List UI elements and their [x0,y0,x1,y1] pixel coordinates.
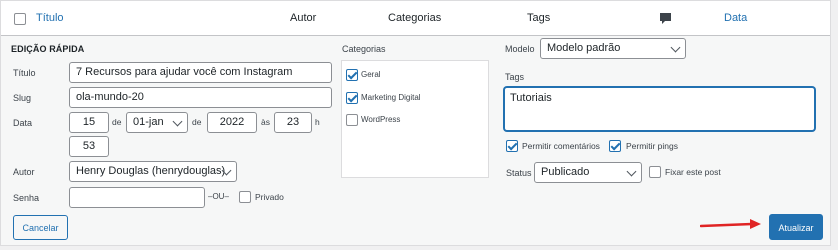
minute-input[interactable]: 53 [69,136,109,157]
red-arrow-annotation [700,219,761,229]
chevron-down-icon [670,42,681,53]
column-title[interactable]: Título [36,12,64,24]
category-label: Marketing Digital [361,93,421,103]
category-checkbox[interactable] [346,69,358,81]
year-input[interactable]: 2022 [207,112,257,133]
allow-comments-label: Permitir comentários [522,141,600,151]
quick-edit-frame: Título Autor Categorias Tags Data Edição… [0,0,831,246]
day-input[interactable]: 15 [69,112,109,133]
hour-input[interactable]: 23 [274,112,312,133]
category-item[interactable]: Geral [346,69,381,81]
month-select[interactable]: 01-jan [126,112,188,133]
quick-edit-legend: Edição rápida [11,44,85,54]
tags-label: Tags [505,72,525,82]
template-select[interactable]: Modelo padrão [540,38,686,59]
date-sep-de-2: de [192,117,202,127]
category-checkbox[interactable] [346,114,358,126]
update-label: Atualizar [778,223,814,233]
cancel-label: Cancelar [22,223,59,233]
column-tags: Tags [527,12,551,24]
author-select[interactable]: Henry Douglas (henrydouglas) [69,161,237,182]
status-select[interactable]: Publicado [534,162,642,183]
chevron-down-icon [626,166,637,177]
allow-pings-checkbox[interactable] [609,140,621,152]
sticky-checkbox[interactable] [649,166,661,178]
private-checkbox[interactable] [239,191,251,203]
category-label: Geral [361,70,381,80]
slug-label: Slug [13,93,32,103]
template-value: Modelo padrão [547,42,621,54]
allow-comments-checkbox[interactable] [506,140,518,152]
month-value: 01-jan [133,116,164,128]
sticky-label: Fixar este post [665,167,721,177]
password-input[interactable] [69,187,205,208]
status-value: Publicado [541,166,590,178]
column-date[interactable]: Data [724,12,747,24]
title-label: Título [13,68,36,78]
comment-bubble-icon[interactable] [660,13,671,28]
tags-textarea[interactable]: Tutoriais [504,87,815,131]
allow-pings-label: Permitir pings [626,141,678,151]
time-sep-h: h [315,117,320,127]
update-button[interactable]: Atualizar [769,214,823,240]
column-categories: Categorias [388,12,442,24]
or-separator: –OU– [208,192,229,201]
category-item[interactable]: WordPress [346,114,400,126]
title-input[interactable]: 7 Recursos para ajudar você com Instagra… [69,62,332,83]
categories-checklist: Geral Marketing Digital WordPress [341,60,489,178]
password-label: Senha [13,193,40,203]
chevron-down-icon [172,116,183,127]
category-label: WordPress [361,115,401,125]
author-label: Autor [13,167,35,177]
category-checkbox[interactable] [346,92,358,104]
posts-table-header: Título Autor Categorias Tags Data [1,1,830,36]
time-sep-as: às [261,117,270,127]
template-label: Modelo [505,44,535,54]
categories-label: Categorias [342,44,386,54]
author-value: Henry Douglas (henrydouglas) [76,165,226,177]
quick-edit-panel: Edição rápida Título 7 Recursos para aju… [1,36,830,245]
category-item[interactable]: Marketing Digital [346,92,421,104]
cancel-button[interactable]: Cancelar [13,215,68,240]
date-sep-de-1: de [112,117,122,127]
private-label: Privado [255,192,284,202]
slug-input[interactable]: ola-mundo-20 [69,87,332,108]
column-author: Autor [290,12,317,24]
status-label: Status [506,168,532,178]
date-label: Data [13,118,33,128]
select-all-checkbox[interactable] [14,13,26,25]
